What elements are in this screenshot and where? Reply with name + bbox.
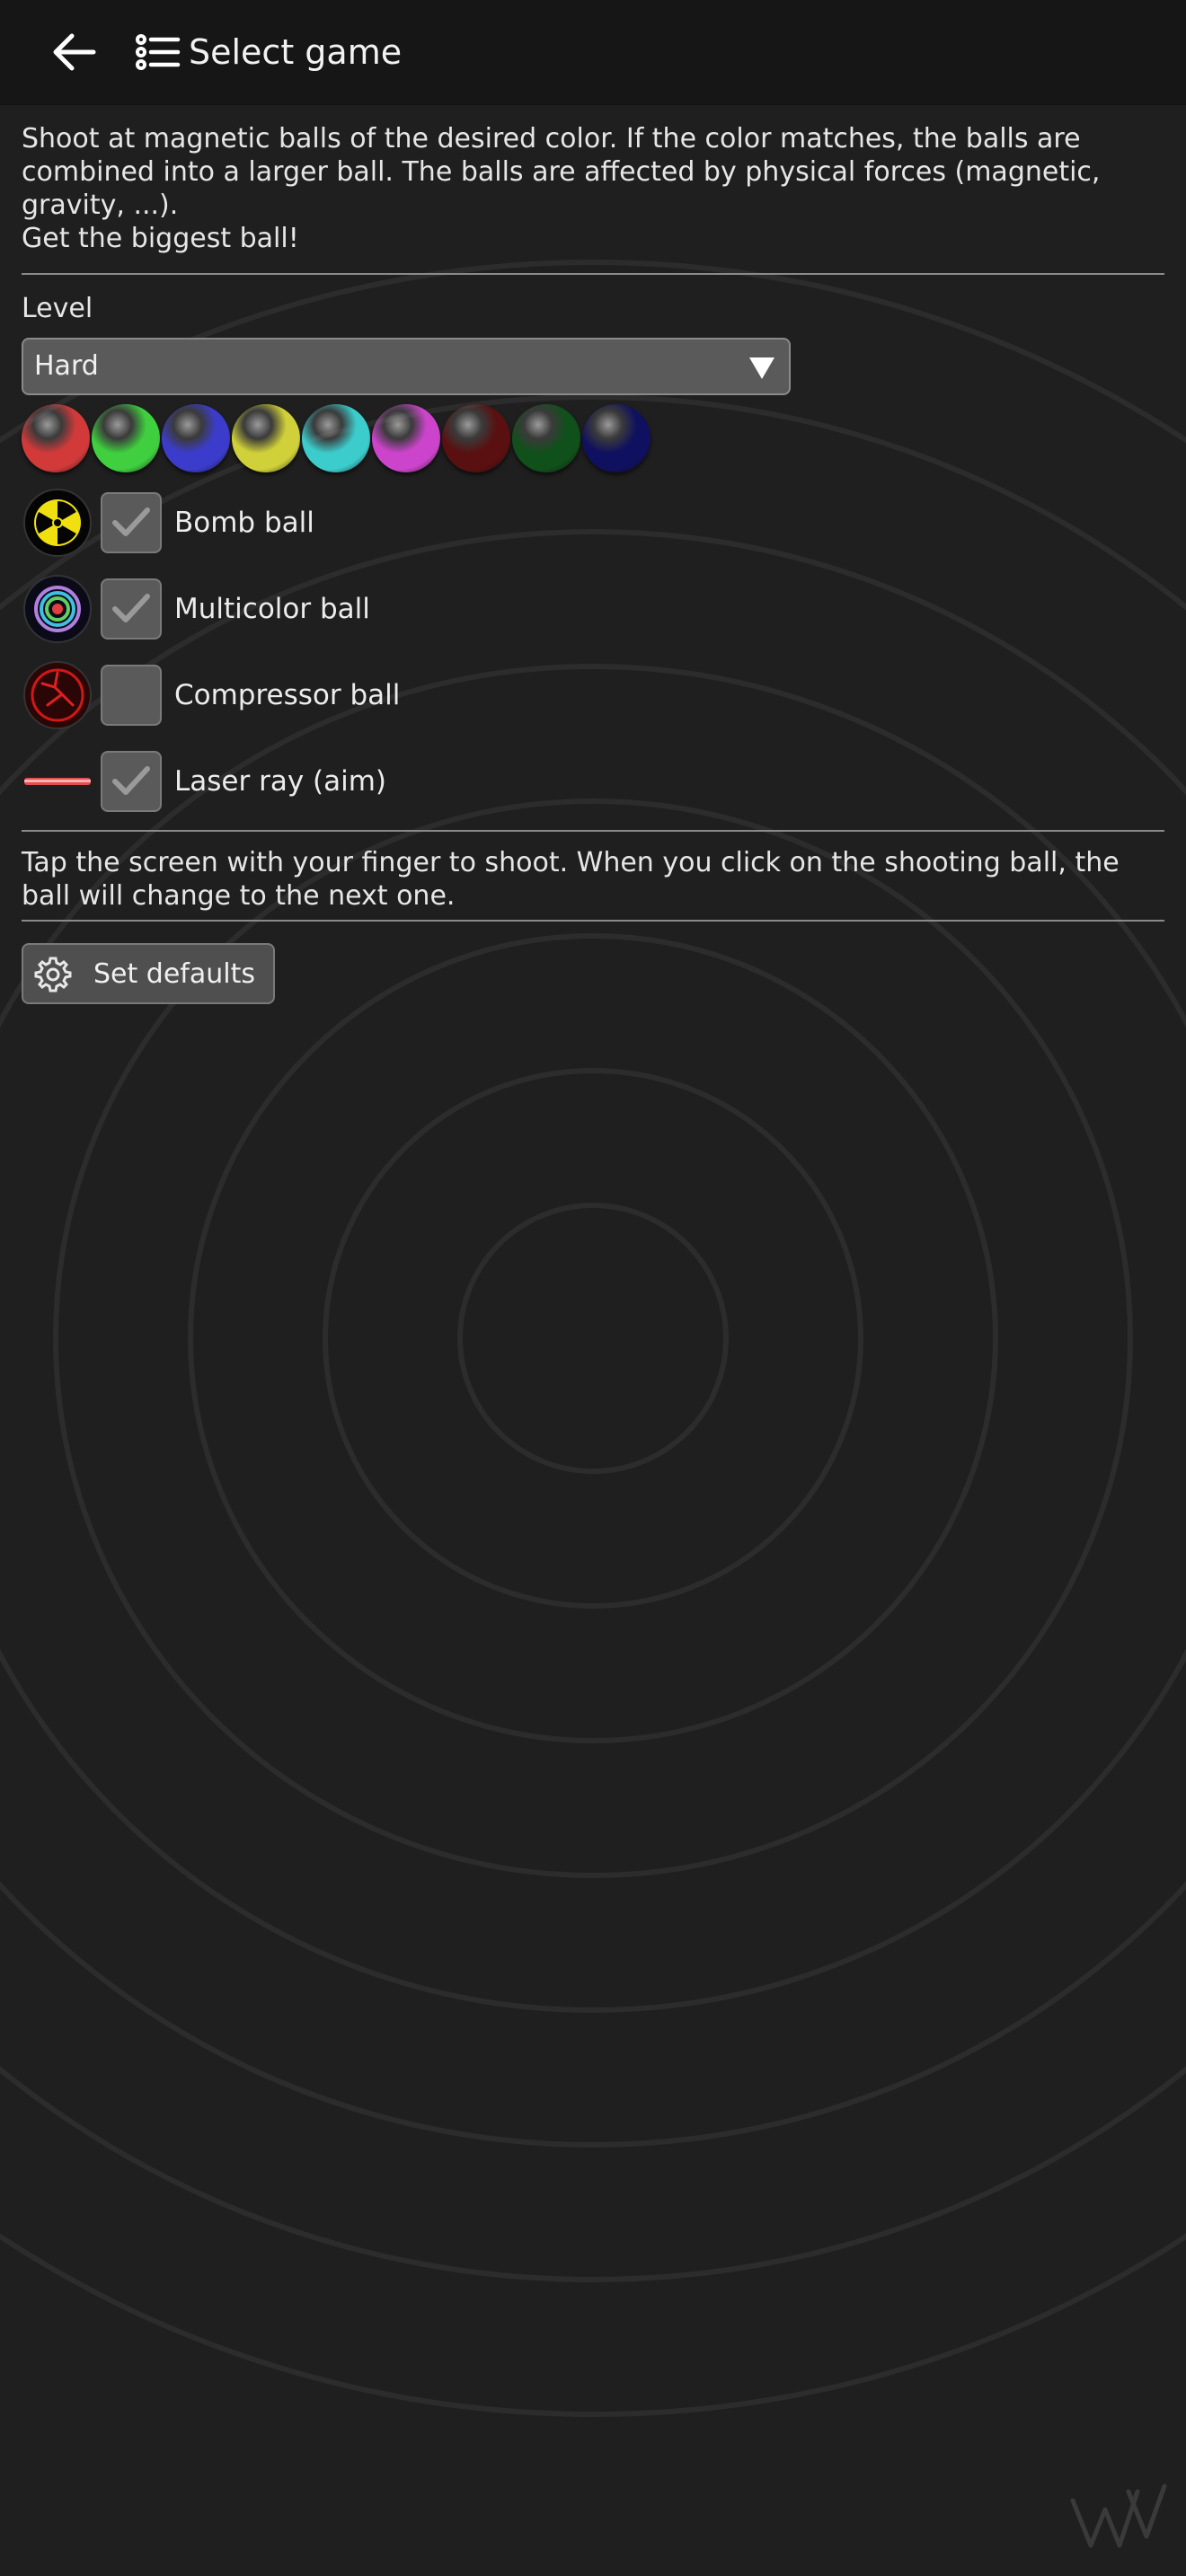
- compressor-ball-icon: [22, 659, 93, 731]
- bomb-ball-checkbox[interactable]: [101, 492, 162, 553]
- gear-icon: [34, 957, 72, 992]
- color-ball-3: [162, 404, 230, 472]
- set-defaults-label: Set defaults: [93, 957, 255, 990]
- page-title: Select game: [189, 32, 403, 72]
- laser-ray-label: Laser ray (aim): [174, 765, 387, 798]
- laser-ray-checkbox[interactable]: [101, 751, 162, 812]
- list-icon: [136, 34, 181, 70]
- level-select[interactable]: Hard: [22, 338, 791, 395]
- radiation-icon: [22, 487, 93, 559]
- color-ball-6: [372, 404, 440, 472]
- color-ball-1: [22, 404, 90, 472]
- color-ball-7: [442, 404, 510, 472]
- laser-icon: [22, 745, 93, 817]
- content: Shoot at magnetic balls of the desired c…: [22, 104, 1164, 1004]
- app-bar: Select game: [0, 0, 1186, 105]
- option-bomb-ball: Bomb ball: [22, 480, 1164, 566]
- set-defaults-button[interactable]: Set defaults: [22, 943, 275, 1004]
- divider: [22, 920, 1164, 922]
- select-game-screen: Select game Shoot at magnetic balls of t…: [0, 0, 1186, 2576]
- color-ball-9: [582, 404, 651, 472]
- arrow-left-icon: [53, 33, 96, 71]
- shooting-hint: Tap the screen with your finger to shoot…: [22, 847, 1120, 912]
- option-compressor-ball: Compressor ball: [22, 652, 1164, 738]
- level-label: Level: [22, 293, 93, 324]
- divider: [22, 830, 1164, 832]
- game-description: Shoot at magnetic balls of the desired c…: [22, 123, 1101, 254]
- multicolor-ball-checkbox[interactable]: [101, 578, 162, 640]
- watermark-logo: [1070, 2483, 1167, 2548]
- compressor-ball-checkbox[interactable]: [101, 665, 162, 726]
- color-ball-2: [92, 404, 160, 472]
- color-ball-8: [512, 404, 580, 472]
- color-ball-4: [232, 404, 300, 472]
- multicolor-ball-icon: [22, 573, 93, 645]
- checkmark-icon: [112, 507, 150, 536]
- ball-color-row: [22, 404, 1164, 476]
- option-multicolor-ball: Multicolor ball: [22, 566, 1164, 652]
- back-button[interactable]: [36, 25, 111, 79]
- compressor-ball-label: Compressor ball: [174, 679, 401, 711]
- checkmark-icon: [112, 594, 150, 622]
- checkmark-icon: [112, 766, 150, 795]
- bomb-ball-label: Bomb ball: [174, 507, 314, 539]
- dropdown-arrow-icon: [749, 357, 774, 379]
- option-laser-ray: Laser ray (aim): [22, 738, 1164, 825]
- divider: [22, 273, 1164, 275]
- level-select-value: Hard: [34, 350, 99, 382]
- color-ball-5: [302, 404, 370, 472]
- multicolor-ball-label: Multicolor ball: [174, 593, 370, 625]
